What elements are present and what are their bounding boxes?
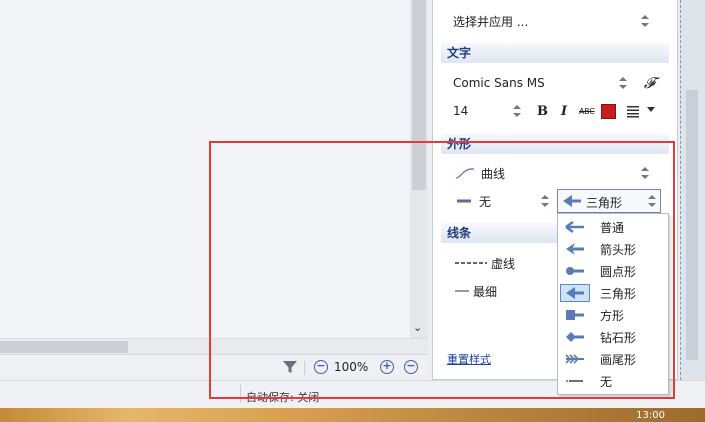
font-family-value: Comic Sans MS bbox=[453, 76, 545, 90]
arrow-select-value: 三角形 bbox=[586, 196, 623, 210]
horizontal-scroll-thumb[interactable] bbox=[0, 341, 128, 353]
zoom-fit-button[interactable]: − bbox=[404, 360, 418, 374]
dropdown-item-diamond[interactable]: 钻石形 bbox=[560, 327, 666, 347]
arrow-square-icon bbox=[566, 310, 584, 320]
chevron-down-icon[interactable] bbox=[647, 107, 655, 113]
line-start-stepper-icon[interactable] bbox=[541, 195, 549, 207]
dropdown-item-label: 圆点形 bbox=[600, 264, 637, 279]
dropdown-item-normal[interactable]: 普通 bbox=[560, 217, 666, 237]
arrow-open-icon bbox=[566, 243, 584, 255]
arrow-normal-icon bbox=[565, 220, 584, 234]
bold-button[interactable]: B bbox=[537, 104, 548, 119]
status-bar: − 100% + − bbox=[0, 354, 428, 380]
font-format-row: 14 B I ABC bbox=[441, 100, 667, 122]
taskbar-clock: 13:00 bbox=[636, 410, 665, 421]
font-size-value[interactable]: 14 bbox=[453, 104, 468, 118]
arrow-triangle-icon bbox=[566, 287, 584, 299]
panel-scrollbar[interactable] bbox=[680, 0, 705, 380]
text-color-swatch[interactable] bbox=[601, 103, 616, 119]
connector-style-stepper-icon[interactable] bbox=[641, 167, 649, 179]
scroll-down-icon[interactable]: ⌄ bbox=[413, 321, 422, 334]
curve-icon bbox=[455, 168, 475, 179]
drawing-canvas[interactable] bbox=[0, 0, 410, 338]
align-icon[interactable] bbox=[626, 104, 640, 118]
line-end-none-icon bbox=[457, 199, 471, 203]
dropdown-item-label: 无 bbox=[600, 374, 613, 389]
dropdown-item-label: 钻石形 bbox=[600, 330, 637, 345]
line-weight-label: 最细 bbox=[473, 284, 498, 299]
font-family-select[interactable]: Comic Sans MS 𝓕 bbox=[441, 72, 667, 94]
dropdown-item-label: 三角形 bbox=[600, 286, 637, 301]
dropdown-item-square[interactable]: 方形 bbox=[560, 305, 666, 325]
font-family-stepper-icon[interactable] bbox=[619, 77, 627, 89]
zoom-out-button[interactable]: − bbox=[314, 360, 328, 374]
arrow-feather-icon bbox=[565, 354, 584, 364]
dropdown-item-none[interactable]: 无 bbox=[560, 371, 666, 391]
connector-style-select[interactable]: 曲线 bbox=[441, 162, 667, 184]
font-dialog-icon[interactable]: 𝓕 bbox=[644, 74, 655, 92]
zoom-in-button[interactable]: + bbox=[380, 360, 394, 374]
filter-icon[interactable] bbox=[282, 359, 298, 375]
dropdown-item-label: 箭头形 bbox=[600, 242, 637, 257]
arrow-style-dropdown: 普通 箭头形 圆点形 三角形 方形 钻石形 画尾形 无 bbox=[557, 213, 669, 395]
line-end-arrow-select[interactable]: 三角形 bbox=[557, 189, 661, 213]
dropdown-item-label: 画尾形 bbox=[600, 352, 637, 367]
shape-section-header[interactable]: 外形 bbox=[441, 134, 669, 154]
dashed-line-icon bbox=[455, 262, 487, 264]
arrow-none-icon bbox=[566, 380, 583, 382]
panel-scroll-thumb[interactable] bbox=[686, 90, 698, 360]
horizontal-scrollbar[interactable] bbox=[0, 338, 428, 354]
text-section-header[interactable]: 文字 bbox=[441, 43, 669, 63]
arrow-diamond-icon bbox=[566, 332, 584, 342]
font-size-stepper-icon[interactable] bbox=[513, 105, 521, 117]
desktop-taskbar bbox=[0, 408, 705, 422]
line-start-label: 无 bbox=[479, 194, 492, 209]
arrow-triangle-icon bbox=[563, 195, 581, 207]
thin-line-icon bbox=[455, 290, 469, 292]
vertical-scrollbar[interactable]: ⌄ bbox=[410, 0, 428, 338]
dropdown-item-dot[interactable]: 圆点形 bbox=[560, 261, 666, 281]
apply-style-select[interactable]: 选择并应用 ... bbox=[441, 10, 667, 32]
dropdown-item-feather[interactable]: 画尾形 bbox=[560, 349, 666, 369]
arrow-dot-icon bbox=[566, 267, 584, 275]
divider bbox=[240, 385, 241, 403]
vertical-scroll-thumb[interactable] bbox=[412, 0, 426, 190]
reset-style-link[interactable]: 重置样式 bbox=[447, 351, 491, 367]
arrow-select-stepper-icon[interactable] bbox=[648, 195, 656, 207]
divider bbox=[304, 361, 305, 375]
dropdown-item-label: 普通 bbox=[600, 220, 625, 235]
autosave-status: 自动保存: 关闭 bbox=[246, 391, 320, 404]
dash-style-label: 虚线 bbox=[491, 256, 516, 271]
connector-style-label: 曲线 bbox=[481, 166, 506, 181]
apply-style-stepper-icon[interactable] bbox=[641, 15, 649, 27]
apply-style-label: 选择并应用 ... bbox=[453, 14, 529, 29]
dropdown-item-triangle[interactable]: 三角形 bbox=[560, 283, 666, 303]
dropdown-item-arrow[interactable]: 箭头形 bbox=[560, 239, 666, 259]
zoom-level: 100% bbox=[334, 360, 369, 374]
dropdown-item-label: 方形 bbox=[600, 308, 625, 323]
italic-button[interactable]: I bbox=[561, 104, 567, 119]
strikethrough-button[interactable]: ABC bbox=[579, 107, 595, 116]
